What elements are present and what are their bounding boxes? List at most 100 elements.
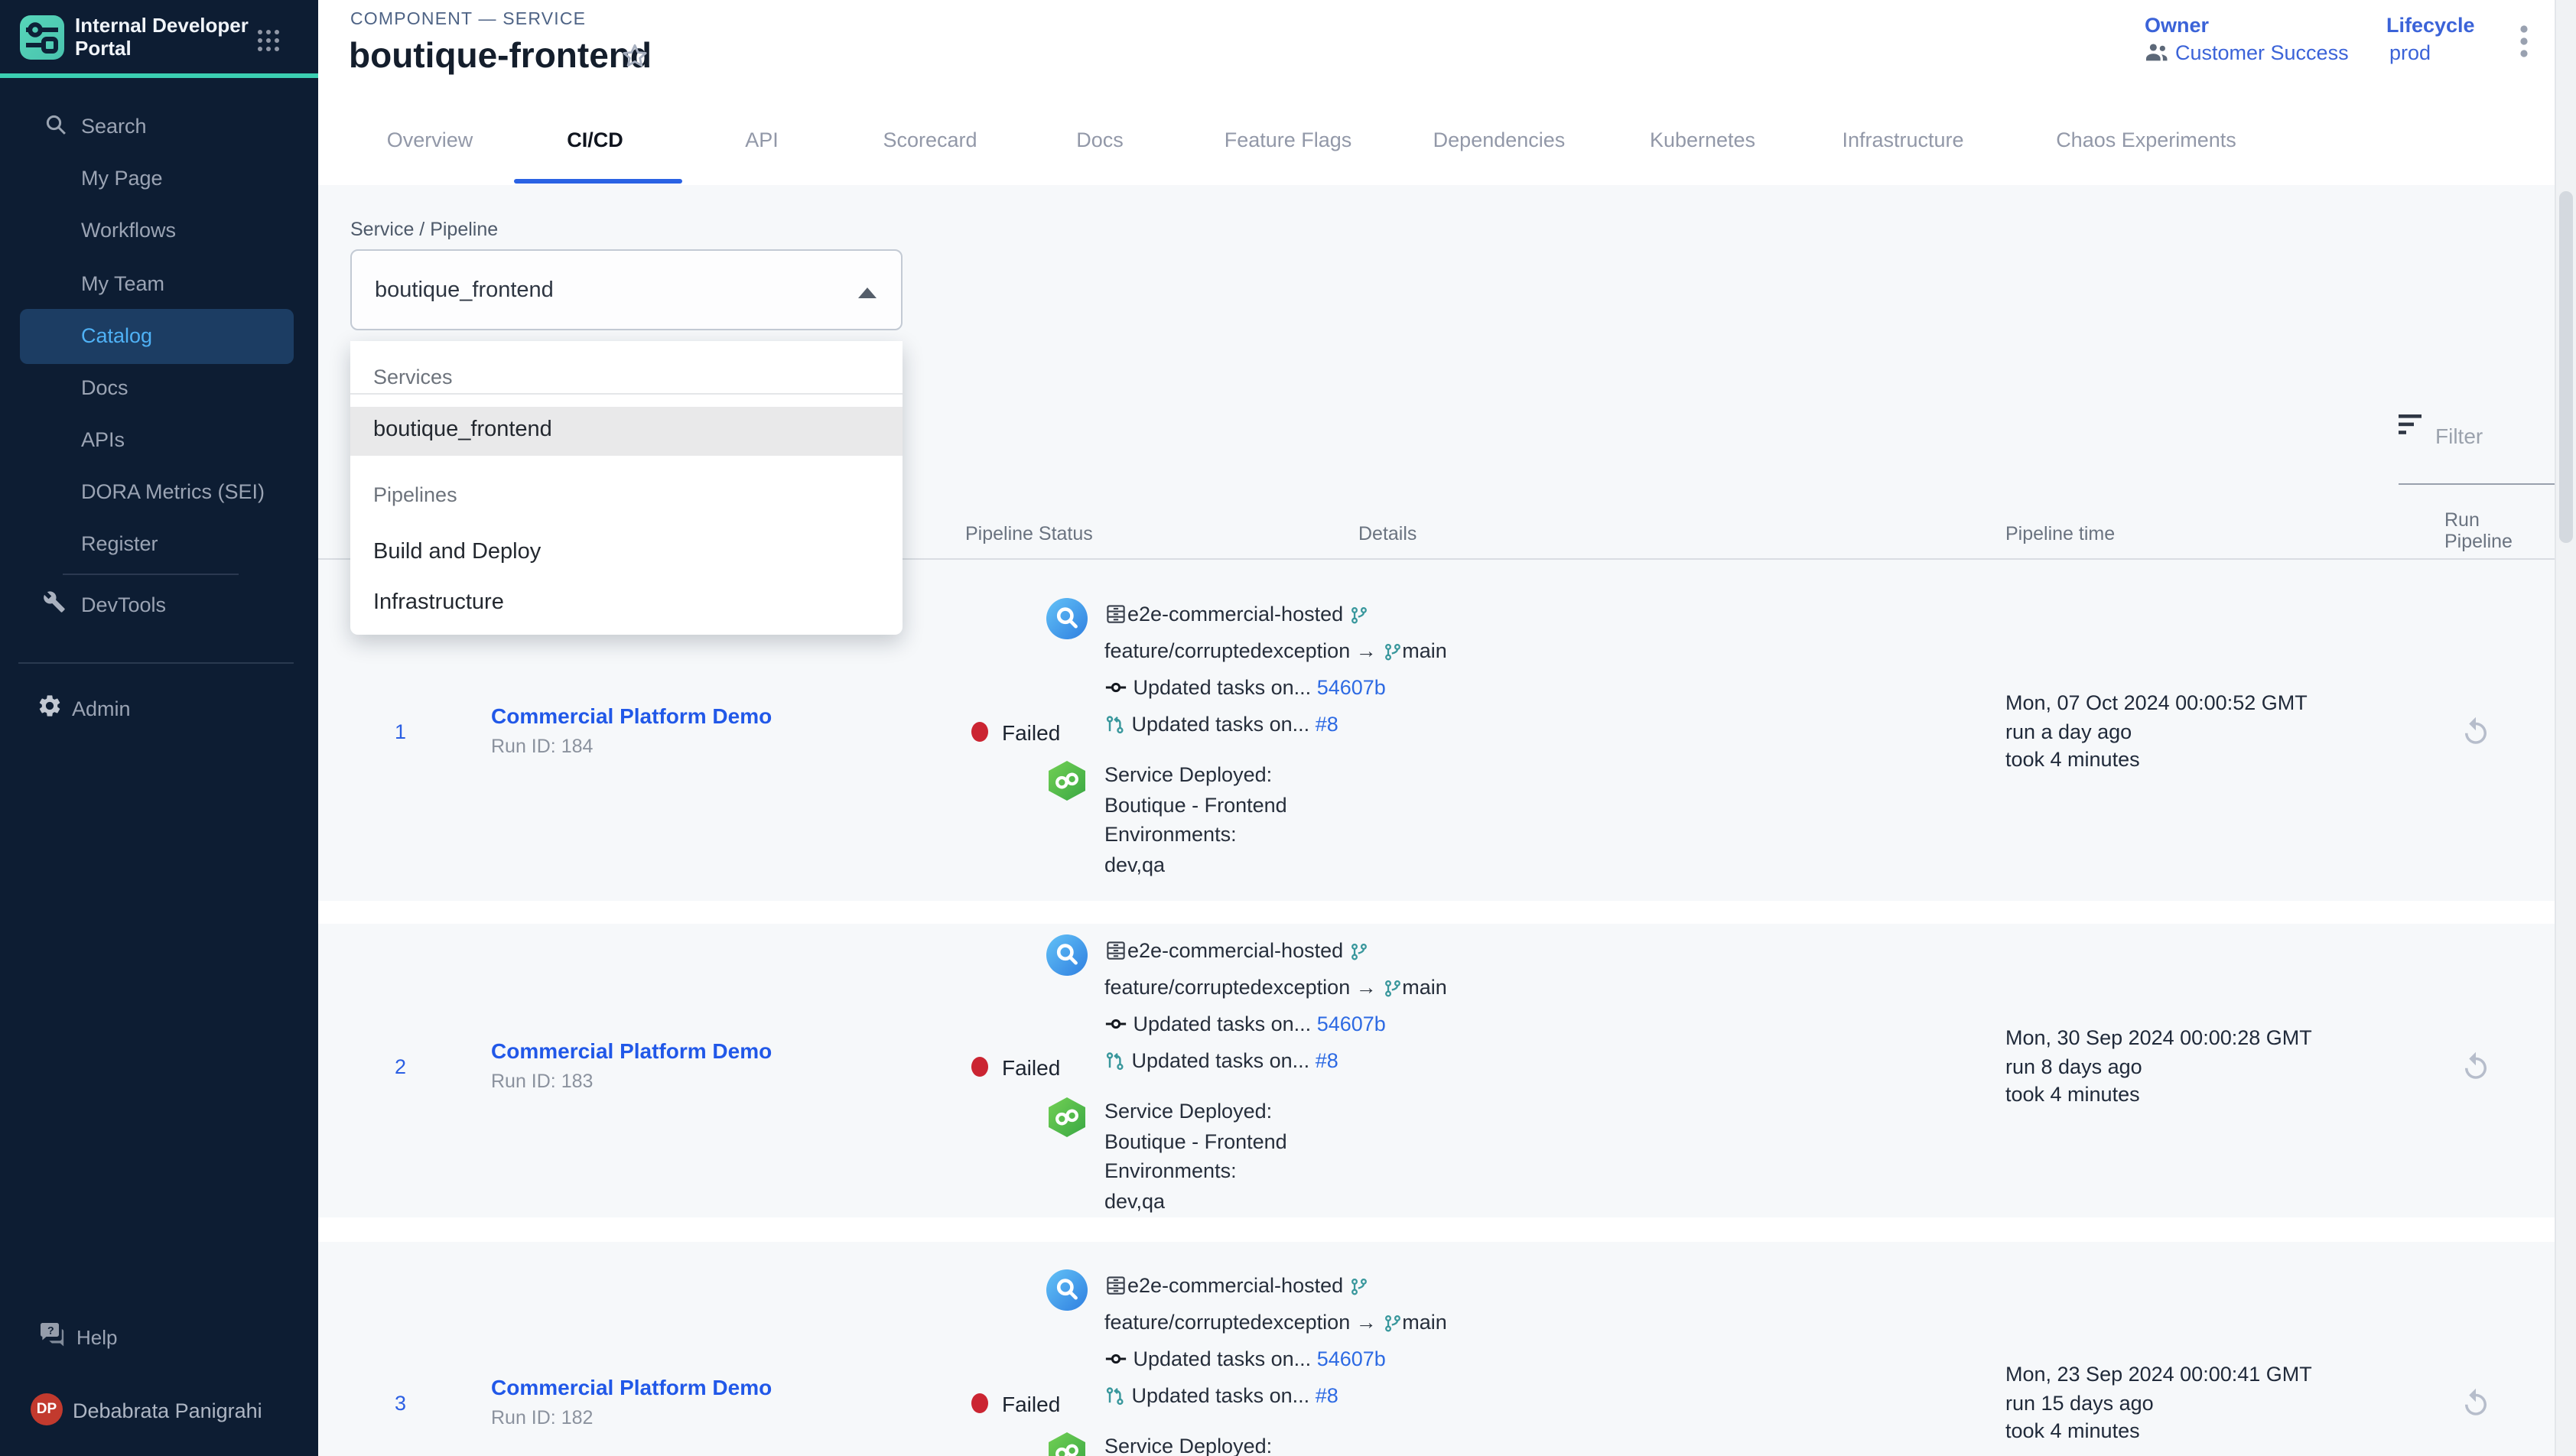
page-title: boutique-frontend (349, 35, 652, 76)
tab-api[interactable]: API (745, 128, 779, 151)
pull-request-icon (1104, 1384, 1126, 1416)
pr-link[interactable]: #8 (1316, 1049, 1338, 1072)
lifecycle-value: prod (2389, 41, 2431, 64)
pull-request-line: Updated tasks on... #8 (1104, 1380, 1447, 1416)
time-gmt: Mon, 07 Oct 2024 00:00:52 GMT (2005, 690, 2308, 718)
app-window: Internal DeveloperPortal Search My Page … (0, 0, 2576, 1456)
service-pipeline-select[interactable]: boutique_frontend (350, 249, 903, 330)
deploy-title: Service Deployed: (1104, 1432, 1287, 1456)
sidebar-item-workflows[interactable]: Workflows (81, 219, 176, 242)
arrow-icon: → (1350, 1311, 1382, 1334)
pull-request-line: Updated tasks on... #8 (1104, 708, 1447, 745)
star-icon[interactable] (620, 41, 650, 80)
commit-link[interactable]: 54607b (1317, 1012, 1386, 1035)
scrollbar[interactable] (2555, 0, 2576, 1456)
cd-details: Service Deployed: Boutique - Frontend En… (1046, 1432, 1287, 1456)
tab-infrastructure[interactable]: Infrastructure (1842, 128, 1963, 151)
kebab-menu-icon[interactable] (2518, 23, 2530, 70)
pr-link[interactable]: #8 (1316, 713, 1338, 736)
menu-divider (350, 392, 903, 394)
time-ago: run 15 days ago (2005, 1389, 2312, 1418)
commit-message: Updated tasks on... (1134, 676, 1312, 699)
git-branch-icon (1349, 1274, 1369, 1306)
filter-icon (2399, 414, 2423, 443)
git-branch-icon (1349, 939, 1369, 971)
menu-section-pipelines: Pipelines (373, 483, 457, 505)
tab-feature-flags[interactable]: Feature Flags (1225, 128, 1352, 151)
scrollbar-thumb[interactable] (2559, 191, 2573, 543)
repository-icon (1104, 603, 1127, 635)
cd-stage-icon (1046, 1432, 1088, 1456)
pipeline-name-link[interactable]: Commercial Platform Demo (491, 1375, 772, 1399)
sidebar-item-my-team[interactable]: My Team (81, 271, 164, 294)
repo-name: e2e-commercial-hosted (1127, 1274, 1343, 1297)
cicd-panel: Service / Pipeline boutique_frontend Ser… (318, 184, 2576, 1456)
commit-line: Updated tasks on... 54607b (1104, 1343, 1447, 1380)
time-duration: took 4 minutes (2005, 1418, 2312, 1446)
svg-text:?: ? (47, 1324, 54, 1337)
sidebar-item-my-page[interactable]: My Page (81, 166, 163, 189)
sidebar-item-dora-metrics[interactable]: DORA Metrics (SEI) (81, 479, 265, 502)
sidebar-item-catalog-label[interactable]: Catalog (81, 323, 152, 346)
menu-item-infrastructure[interactable]: Infrastructure (350, 579, 903, 628)
column-header-pipeline-status: Pipeline Status (965, 522, 1093, 544)
tab-dependencies[interactable]: Dependencies (1433, 128, 1566, 151)
tab-cicd[interactable]: CI/CD (567, 128, 623, 151)
deploy-service: Boutique - Frontend (1104, 1126, 1287, 1156)
run-pipeline-icon[interactable] (2460, 1051, 2492, 1090)
search-icon (44, 113, 67, 144)
pipeline-name-link[interactable]: Commercial Platform Demo (491, 704, 772, 728)
git-branch-icon (1382, 1311, 1402, 1343)
tab-docs[interactable]: Docs (1076, 128, 1124, 151)
entity-header: COMPONENT — SERVICE boutique-frontend Ow… (318, 0, 2576, 184)
user-name[interactable]: Debabrata Panigrahi (73, 1399, 262, 1422)
sidebar-item-search[interactable]: Search (81, 115, 147, 138)
sidebar-item-devtools[interactable]: DevTools (81, 593, 166, 616)
sidebar-item-admin[interactable]: Admin (72, 697, 131, 720)
menu-section-services: Services (373, 365, 453, 388)
pull-request-line: Updated tasks on... #8 (1104, 1045, 1447, 1081)
pipeline-name-link[interactable]: Commercial Platform Demo (491, 1038, 772, 1063)
pipeline-time: Mon, 23 Sep 2024 00:00:41 GMT run 15 day… (2005, 1361, 2312, 1446)
repository-icon (1104, 939, 1127, 971)
pr-link[interactable]: #8 (1316, 1384, 1338, 1407)
deploy-env-label: Environments: (1104, 1156, 1287, 1186)
failed-status-dot (971, 1393, 988, 1413)
row-index: 2 (395, 1055, 406, 1078)
time-ago: run a day ago (2005, 718, 2308, 746)
filter-input[interactable]: Filter (2435, 423, 2483, 447)
sidebar-item-docs[interactable]: Docs (81, 375, 128, 398)
cd-details: Service Deployed: Boutique - Frontend En… (1046, 1097, 1287, 1216)
run-pipeline-icon[interactable] (2460, 716, 2492, 756)
pr-message: Updated tasks on... (1132, 713, 1310, 736)
commit-link[interactable]: 54607b (1317, 676, 1386, 699)
owner-value-link[interactable]: Customer Success (2175, 41, 2349, 64)
people-icon (2145, 41, 2169, 70)
apps-grid-icon[interactable] (255, 28, 281, 61)
tab-kubernetes[interactable]: Kubernetes (1650, 128, 1755, 151)
cd-stage-icon (1046, 1097, 1088, 1216)
pr-message: Updated tasks on... (1132, 1384, 1310, 1407)
avatar[interactable]: DP (31, 1393, 63, 1425)
sidebar-item-catalog[interactable] (19, 309, 293, 364)
branch-line: feature/corruptedexception → main (1104, 635, 1447, 671)
entity-kicker: COMPONENT — SERVICE (350, 11, 586, 29)
sidebar-item-help[interactable]: Help (76, 1325, 118, 1348)
sidebar-accent-rule (0, 73, 318, 77)
run-id: Run ID: 184 (491, 736, 593, 757)
tab-overview[interactable]: Overview (387, 128, 473, 151)
tab-chaos-experiments[interactable]: Chaos Experiments (2056, 128, 2236, 151)
repo-name: e2e-commercial-hosted (1127, 603, 1343, 626)
sidebar-divider (18, 662, 294, 664)
menu-item-build-and-deploy[interactable]: Build and Deploy (350, 528, 903, 577)
tab-scorecard[interactable]: Scorecard (883, 128, 977, 151)
ci-stage-icon (1046, 934, 1088, 1081)
sidebar-item-register[interactable]: Register (81, 531, 158, 554)
menu-item-boutique-frontend[interactable]: boutique_frontend (350, 406, 903, 455)
commit-message: Updated tasks on... (1134, 1347, 1312, 1370)
sidebar-item-apis[interactable]: APIs (81, 427, 125, 450)
commit-link[interactable]: 54607b (1317, 1347, 1386, 1370)
run-pipeline-icon[interactable] (2460, 1387, 2492, 1427)
deploy-title: Service Deployed: (1104, 1097, 1287, 1126)
time-gmt: Mon, 30 Sep 2024 00:00:28 GMT (2005, 1025, 2312, 1053)
